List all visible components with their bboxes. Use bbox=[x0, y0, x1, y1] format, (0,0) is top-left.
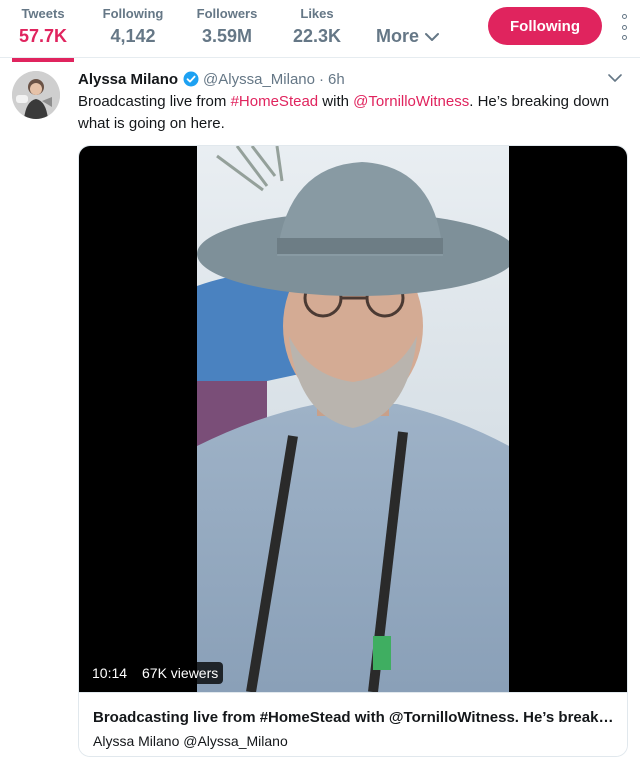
video-duration-badge: 10:14 bbox=[87, 662, 133, 684]
nav-tab-following[interactable]: Following 4,142 bbox=[98, 6, 168, 56]
nav-more-label: More bbox=[376, 26, 420, 46]
nav-tab-followers-label: Followers bbox=[196, 6, 258, 21]
video-frame bbox=[197, 146, 509, 692]
nav-tab-followers[interactable]: Followers 3.59M bbox=[192, 6, 262, 56]
following-button[interactable]: Following bbox=[488, 7, 602, 45]
card-footer[interactable]: Broadcasting live from #HomeStead with @… bbox=[79, 692, 627, 756]
video-viewers-badge: 67K viewers bbox=[137, 662, 224, 684]
nav-tab-following-label: Following bbox=[102, 6, 164, 21]
nav-more-dropdown[interactable]: More bbox=[376, 26, 440, 47]
hashtag-link[interactable]: #HomeStead bbox=[231, 93, 319, 110]
mention-link[interactable]: @TornilloWitness bbox=[353, 93, 469, 110]
card-byline: Alyssa Milano @Alyssa_Milano bbox=[93, 733, 288, 749]
chevron-down-icon[interactable] bbox=[608, 73, 622, 83]
author-name[interactable]: Alyssa Milano bbox=[78, 71, 178, 88]
profile-nav: Tweets 57.7K Following 4,142 Followers 3… bbox=[0, 0, 640, 62]
nav-tab-followers-count: 3.59M bbox=[201, 26, 253, 46]
tweet-text: Broadcasting live from #HomeStead with @… bbox=[78, 91, 628, 135]
nav-tab-tweets-label: Tweets bbox=[21, 6, 65, 21]
tweet-text-part: with bbox=[318, 93, 354, 110]
live-video-card[interactable]: 10:14 67K viewers Broadcasting live from… bbox=[78, 145, 628, 757]
more-dots-icon[interactable] bbox=[619, 14, 629, 40]
video-player[interactable]: 10:14 67K viewers bbox=[79, 146, 627, 692]
tweet-header: Alyssa Milano @Alyssa_Milano · 6h bbox=[78, 69, 345, 89]
nav-tab-likes-label: Likes bbox=[300, 6, 334, 21]
avatar[interactable] bbox=[12, 71, 60, 119]
tweet[interactable]: Alyssa Milano @Alyssa_Milano · 6h Broadc… bbox=[0, 59, 640, 758]
card-title: Broadcasting live from #HomeStead with @… bbox=[93, 709, 617, 726]
nav-tab-likes-count: 22.3K bbox=[292, 26, 342, 46]
tweet-timestamp[interactable]: 6h bbox=[328, 71, 345, 88]
nav-tab-following-count: 4,142 bbox=[110, 26, 156, 46]
author-handle[interactable]: @Alyssa_Milano bbox=[203, 71, 315, 88]
verified-badge-icon bbox=[183, 71, 199, 87]
nav-tab-tweets-count: 57.7K bbox=[18, 26, 68, 46]
nav-tab-likes[interactable]: Likes 22.3K bbox=[286, 6, 348, 56]
tweet-text-part: Broadcasting live from bbox=[78, 93, 231, 110]
header-separator: · bbox=[318, 70, 324, 88]
nav-tab-tweets[interactable]: Tweets 57.7K bbox=[12, 6, 74, 62]
chevron-down-icon bbox=[425, 32, 440, 41]
